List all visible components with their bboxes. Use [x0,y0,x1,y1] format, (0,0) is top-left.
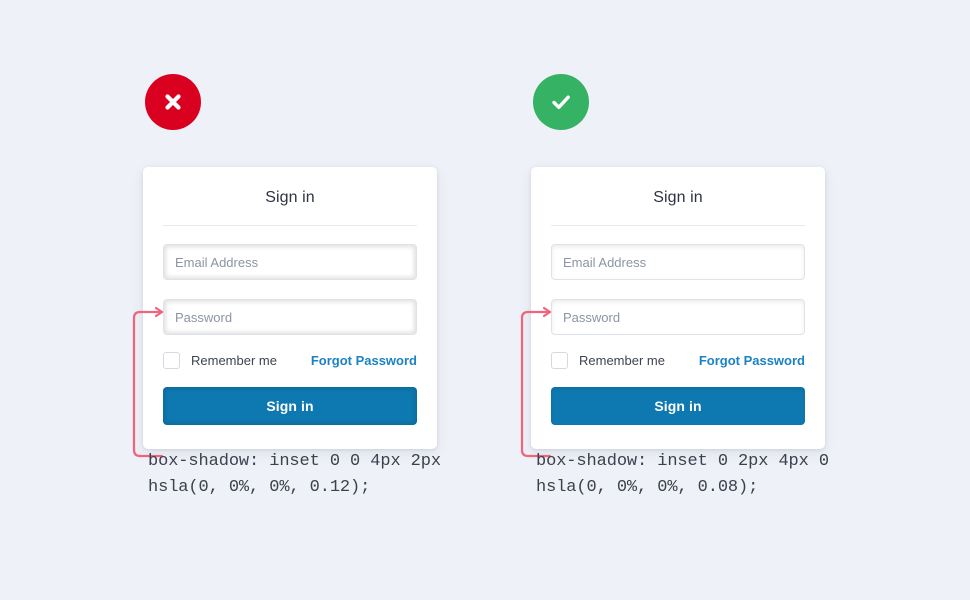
signin-card: Sign in Remember me Forgot Password Sign… [531,167,825,449]
email-input[interactable] [163,244,417,280]
example-bad: Sign in Remember me Forgot Password Sign… [110,0,510,600]
remember-me-control[interactable]: Remember me [163,352,277,369]
forgot-password-link[interactable]: Forgot Password [699,353,805,368]
card-body: Remember me Forgot Password Sign in [143,226,437,425]
signin-button[interactable]: Sign in [163,387,417,425]
card-body: Remember me Forgot Password Sign in [531,226,825,425]
card-title: Sign in [653,189,703,206]
email-input[interactable] [551,244,805,280]
comparison-stage: Sign in Remember me Forgot Password Sign… [0,0,970,600]
remember-row: Remember me Forgot Password [163,352,417,369]
signin-button[interactable]: Sign in [551,387,805,425]
forgot-password-link[interactable]: Forgot Password [311,353,417,368]
remember-me-checkbox[interactable] [551,352,568,369]
annotation-code: box-shadow: inset 0 2px 4px 0 hsla(0, 0%… [536,452,840,497]
remember-row: Remember me Forgot Password [551,352,805,369]
signin-card: Sign in Remember me Forgot Password Sign… [143,167,437,449]
card-title: Sign in [265,189,315,206]
annotation-code: box-shadow: inset 0 0 4px 2px hsla(0, 0%… [148,452,452,497]
remember-me-label: Remember me [579,353,665,368]
close-circle-icon [145,74,201,130]
remember-me-checkbox[interactable] [163,352,180,369]
check-circle-icon [533,74,589,130]
remember-me-control[interactable]: Remember me [551,352,665,369]
password-input[interactable] [551,299,805,335]
password-input[interactable] [163,299,417,335]
example-good: Sign in Remember me Forgot Password Sign… [498,0,898,600]
remember-me-label: Remember me [191,353,277,368]
